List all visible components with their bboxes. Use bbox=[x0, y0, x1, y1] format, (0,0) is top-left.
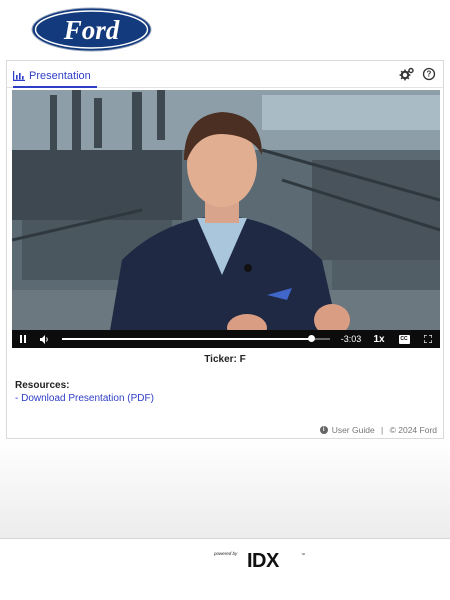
ticker-label: Ticker: F bbox=[204, 354, 246, 365]
progress-knob[interactable] bbox=[308, 335, 316, 342]
playback-speed-button[interactable]: 1x bbox=[366, 334, 392, 345]
volume-button[interactable] bbox=[34, 330, 56, 348]
pause-icon bbox=[20, 335, 26, 343]
presentation-card: Presentation ? -3:03 1x CC Ticker: F Res… bbox=[6, 60, 444, 439]
tab-presentation-label: Presentation bbox=[29, 69, 91, 82]
tab-presentation[interactable]: Presentation bbox=[13, 65, 97, 88]
help-button[interactable]: ? bbox=[421, 66, 437, 82]
fullscreen-button[interactable] bbox=[416, 335, 440, 343]
closed-caption-icon: CC bbox=[398, 334, 410, 344]
video-player[interactable]: -3:03 1x CC bbox=[12, 90, 440, 348]
tab-bar: Presentation ? bbox=[7, 61, 443, 88]
header: Ford bbox=[0, 0, 450, 60]
footer-separator: | bbox=[378, 425, 386, 435]
powered-by-idx: powered by IDX ™ bbox=[214, 550, 305, 573]
volume-icon bbox=[40, 334, 48, 344]
gears-icon bbox=[399, 67, 414, 81]
user-guide-link[interactable]: User Guide bbox=[332, 425, 375, 435]
idx-trademark: ™ bbox=[301, 552, 305, 557]
pause-button[interactable] bbox=[12, 330, 34, 348]
info-icon: i bbox=[319, 426, 328, 434]
footer-divider bbox=[0, 538, 450, 539]
idx-logo: IDX bbox=[247, 550, 279, 572]
captions-button[interactable]: CC bbox=[392, 334, 416, 344]
time-remaining: -3:03 bbox=[340, 334, 362, 344]
page-background bbox=[0, 439, 450, 538]
question-circle-icon: ? bbox=[422, 67, 436, 81]
progress-fill bbox=[62, 338, 312, 340]
bar-chart-icon bbox=[13, 70, 25, 81]
download-presentation-link[interactable]: - Download Presentation (PDF) bbox=[15, 393, 154, 404]
resources-title: Resources: bbox=[15, 380, 70, 391]
ford-logo: Ford bbox=[31, 7, 152, 52]
settings-button[interactable] bbox=[399, 66, 415, 82]
player-controls: -3:03 1x CC bbox=[12, 330, 440, 348]
card-footer: i User Guide | © 2024 Ford bbox=[319, 425, 437, 435]
ford-logo-text: Ford bbox=[63, 15, 120, 45]
svg-text:?: ? bbox=[427, 70, 432, 79]
progress-bar[interactable] bbox=[62, 330, 330, 348]
copyright-text: © 2024 Ford bbox=[389, 425, 437, 435]
video-frame bbox=[12, 90, 440, 348]
powered-by-label: powered by bbox=[214, 551, 238, 556]
fullscreen-icon bbox=[424, 335, 432, 343]
